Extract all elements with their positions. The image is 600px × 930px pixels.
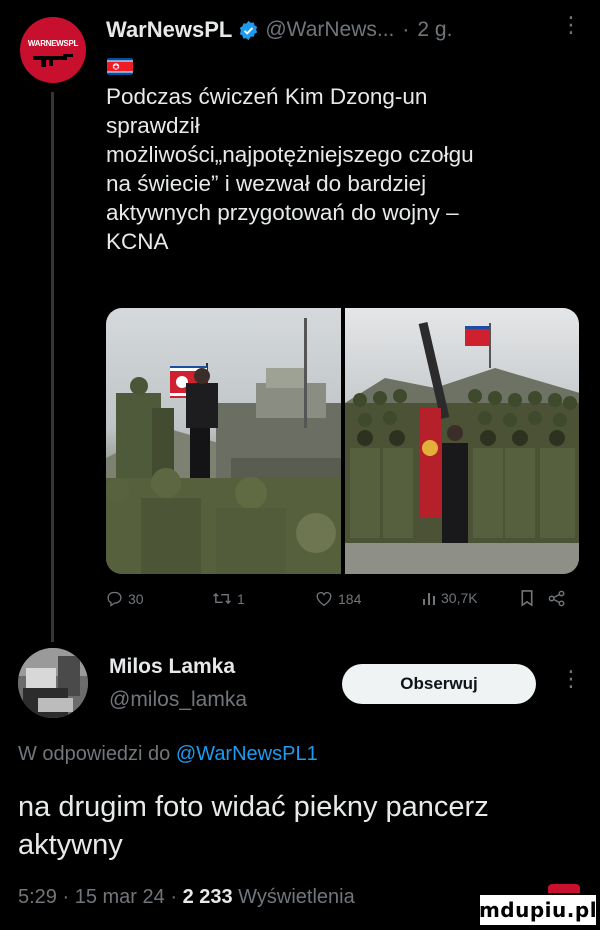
reply-views-label: Wyświetlenia [232, 886, 355, 908]
reply-date[interactable]: 15 mar 24 [75, 886, 165, 908]
tweet-actions: 30 1 184 30,7K [106, 590, 576, 616]
reply-count: 30 [128, 590, 144, 607]
author-handle[interactable]: @milos_lamka [109, 688, 247, 712]
reply-time[interactable]: 5:29 [18, 886, 57, 908]
like-action[interactable]: 184 [315, 590, 361, 607]
views-count: 30,7K [441, 590, 478, 606]
reply-text: na drugim foto widać piekny pancerz akty… [18, 791, 489, 861]
avatar-logo-text: WARNEWSPL [27, 39, 79, 48]
reply-mention-link[interactable]: @WarNewsPL1 [176, 743, 318, 765]
author-name[interactable]: WarNewsPL [106, 17, 232, 43]
tweet-time[interactable]: 2 g. [417, 18, 452, 42]
photo-tank-inspection[interactable] [106, 308, 341, 574]
retweet-action[interactable]: 1 [212, 590, 245, 607]
reply-prefix: W odpowiedzi do [18, 743, 176, 765]
media-gallery[interactable] [106, 308, 579, 574]
bookmark-icon[interactable] [520, 590, 534, 607]
separator-dot: · [56, 886, 75, 908]
reply-meta: 5:29 · 15 mar 24 · 2 233 Wyświetlenia [18, 886, 355, 909]
like-count: 184 [338, 590, 362, 607]
watermark-logo: mdupiu.pl [478, 893, 598, 927]
verified-badge-icon [238, 20, 259, 41]
author-name[interactable]: Milos Lamka [109, 655, 235, 679]
reply-icon [107, 591, 122, 607]
photo-troops-group[interactable] [344, 308, 579, 574]
separator-dot: · [402, 18, 410, 41]
reply-action[interactable]: 30 [106, 590, 144, 607]
follow-button[interactable]: Obserwuj [342, 664, 536, 704]
avatar[interactable]: WARNEWSPL [20, 17, 86, 83]
thread-connector-line [51, 92, 54, 642]
like-icon [316, 592, 332, 607]
share-icon[interactable] [548, 590, 566, 607]
author-handle[interactable]: @WarNews... [265, 18, 394, 42]
reply-views-count: 2 233 [182, 886, 233, 908]
more-icon[interactable]: ⋮ [560, 12, 582, 38]
retweet-icon [213, 592, 231, 605]
north-korea-flag-icon [107, 58, 133, 75]
views-action[interactable]: 30,7K [422, 590, 478, 606]
reply-context: W odpowiedzi do @WarNewsPL1 [18, 743, 318, 766]
rifle-icon [33, 54, 73, 67]
more-icon[interactable]: ⋮ [560, 666, 582, 692]
avatar[interactable] [18, 648, 88, 718]
tweet-header: WarNewsPL @WarNews... · 2 g. [106, 14, 586, 46]
views-icon [423, 593, 435, 605]
tweet-text: Podczas ćwiczeń Kim Dzong-un sprawdził m… [106, 84, 474, 254]
separator-dot: · [164, 886, 183, 908]
retweet-count: 1 [237, 590, 245, 607]
